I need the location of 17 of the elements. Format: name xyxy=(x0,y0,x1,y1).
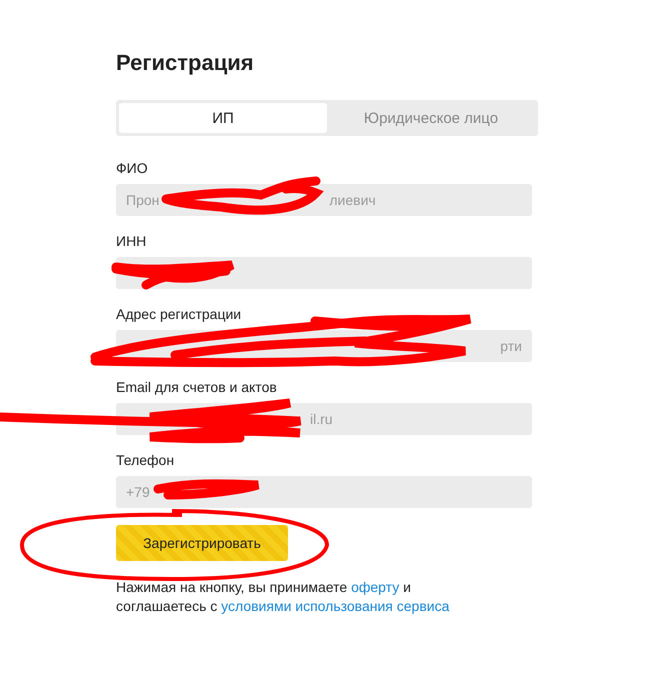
field-value: лиевич xyxy=(329,192,376,208)
field-label: ИНН xyxy=(116,233,146,251)
legal-note: Нажимая на кнопку, вы принимаете оферту и соглашаетесь с условиями использования сервиса xyxy=(116,578,450,616)
field-value: il.ru xyxy=(310,411,333,427)
field-label: Email для счетов и актов xyxy=(116,379,277,397)
tab[interactable]: ИП xyxy=(119,103,327,133)
tab[interactable]: Юридическое лицо xyxy=(327,103,535,133)
offer-link[interactable]: оферту xyxy=(351,579,400,595)
field-label: ФИО xyxy=(116,160,148,178)
field-value: рти xyxy=(500,338,522,354)
field-label: Телефон xyxy=(116,452,174,470)
terms-link[interactable]: условиями использования сервиса xyxy=(221,598,450,614)
field-value: Прон xyxy=(126,192,160,208)
field-value: +79 xyxy=(126,484,150,500)
page-title: Регистрация xyxy=(116,50,255,77)
register-button[interactable]: Зарегистрировать xyxy=(116,525,288,561)
field-label: Адрес регистрации xyxy=(116,306,242,324)
